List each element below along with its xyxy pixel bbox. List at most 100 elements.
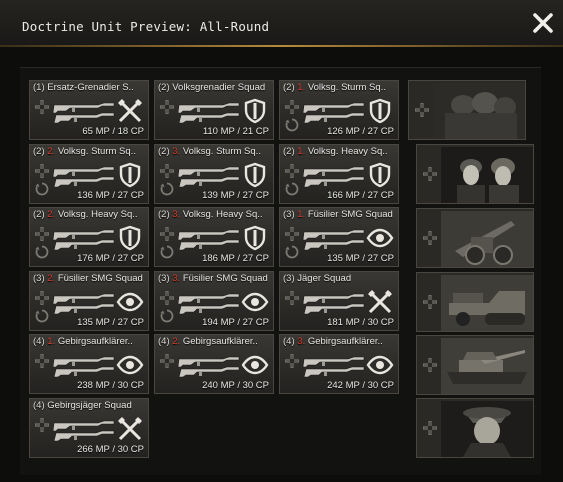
unit-name: (4) 3. Gebirgsaufklärer.. (283, 336, 396, 347)
balkenkreuz-icon (160, 100, 174, 114)
weapon-icon (302, 224, 366, 254)
unit-card[interactable]: (2) 2. Volksg. Heavy Sq.. 176 MP / 27 CP (29, 207, 149, 267)
reinforce-icon (35, 182, 49, 196)
unit-cost: 194 MP / 27 CP (202, 316, 269, 328)
unit-label: Volksg. Sturm Sq.. (182, 145, 261, 157)
weapon-icon (302, 161, 366, 191)
reinforce-icon (35, 309, 49, 323)
reinforce-icon (160, 182, 174, 196)
unit-rank: 2. (47, 272, 58, 284)
upgrade-slot[interactable] (408, 80, 526, 140)
upgrade-slot[interactable] (416, 208, 534, 268)
unit-card[interactable]: (1) Ersatz-Grenadier S.. 65 MP / 18 CP (29, 80, 149, 140)
reinforce-icon (285, 182, 299, 196)
unit-label: Gebirgsaufklärer.. (307, 336, 383, 347)
upgrade-slot[interactable] (416, 335, 534, 395)
balkenkreuz-icon (35, 418, 49, 432)
unit-card[interactable]: (2) 3. Volksg. Sturm Sq.. 139 MP / 27 CP (154, 143, 274, 204)
unit-name: (4) 1. Gebirgsaufklärer.. (33, 336, 146, 347)
unit-card[interactable]: (3) 3. Füsilier SMG Squad 194 MP / 27 CP (154, 270, 274, 331)
unit-tier: (4) (283, 336, 298, 347)
weapon-icon (177, 224, 241, 254)
upgrade-slot[interactable] (416, 398, 534, 458)
crossed-rifles-icon (116, 97, 144, 125)
unit-card[interactable]: (4) 1. Gebirgsaufklärer.. 238 MP / 30 CP (29, 334, 149, 394)
unit-cost: 136 MP / 27 CP (77, 189, 144, 201)
unit-tier: (2) (158, 145, 173, 157)
unit-name: (3) 1. Füsilier SMG Squad (283, 209, 396, 220)
balkenkreuz-icon (160, 354, 174, 368)
unit-rank: 2. (172, 336, 183, 347)
unit-name: (2) 1. Volksg. Heavy Sq.. (283, 146, 396, 157)
weapon-icon (52, 351, 116, 381)
eye-icon (366, 351, 394, 379)
unit-card[interactable]: (4) Gebirgsjäger Squad 266 MP / 30 CP (29, 397, 149, 458)
unit-tier: (4) (33, 399, 48, 411)
unit-card[interactable]: (2) 2. Volksg. Sturm Sq.. 136 MP / 27 CP (29, 143, 149, 204)
unit-cost: 238 MP / 30 CP (77, 380, 144, 391)
unit-name: (3) 3. Füsilier SMG Squad (158, 273, 271, 284)
unit-cost: 135 MP / 27 CP (77, 316, 144, 328)
upgrade-slot[interactable] (416, 272, 534, 332)
unit-cost: 166 MP / 27 CP (327, 189, 394, 201)
field-gun-portrait (441, 211, 533, 267)
unit-card[interactable]: (4) 2. Gebirgsaufklärer.. 240 MP / 30 CP (154, 334, 274, 394)
unit-card[interactable]: (2) 1. Volksg. Heavy Sq.. 166 MP / 27 CP (279, 143, 399, 204)
unit-rank: 3. (172, 209, 183, 220)
balkenkreuz-icon (285, 100, 299, 114)
balkenkreuz-icon (35, 354, 49, 368)
unit-name: (2) 3. Volksg. Sturm Sq.. (158, 146, 271, 157)
balkenkreuz-icon (285, 291, 299, 305)
unit-label: Gebirgsaufklärer.. (182, 336, 258, 347)
unit-card[interactable]: (3) 2. Füsilier SMG Squad 135 MP / 27 CP (29, 270, 149, 331)
unit-cost: 135 MP / 27 CP (327, 253, 394, 264)
unit-label: Gebirgsjäger Squad (47, 399, 132, 411)
unit-cost: 186 MP / 27 CP (202, 253, 269, 264)
shield-icon (366, 161, 394, 189)
unit-card[interactable]: (2) 3. Volksg. Heavy Sq.. 186 MP / 27 CP (154, 207, 274, 267)
upgrade-slot[interactable] (416, 144, 534, 204)
unit-name: (1) Ersatz-Grenadier S.. (33, 82, 146, 93)
balkenkreuz-icon (423, 421, 437, 435)
unit-card[interactable]: (3) 1. Füsilier SMG Squad 135 MP / 27 CP (279, 207, 399, 267)
unit-tier: (2) (158, 82, 173, 93)
unit-preview-panel: (1) Ersatz-Grenadier S.. 65 MP / 18 CP (2)… (20, 67, 541, 475)
unit-cost: 240 MP / 30 CP (202, 380, 269, 391)
unit-card[interactable]: (3) Jäger Squad 181 MP / 30 CP (279, 270, 399, 331)
unit-card[interactable]: (4) 3. Gebirgsaufklärer.. 242 MP / 30 CP (279, 334, 399, 394)
unit-label: Füsilier SMG Squad (307, 209, 393, 220)
weapon-icon (177, 351, 241, 381)
unit-label: Volksg. Heavy Sq.. (182, 209, 263, 220)
unit-tier: (2) (283, 82, 298, 93)
soldier-pair-portrait (441, 147, 533, 203)
shield-icon (241, 161, 269, 189)
unit-rank: 1. (47, 336, 58, 347)
unit-card[interactable]: (2) 1. Volksg. Sturm Sq.. 126 MP / 27 CP (279, 80, 399, 140)
tank-destroyer-portrait (441, 338, 533, 394)
halftrack-portrait (441, 275, 533, 331)
unit-rank: 3. (172, 145, 183, 157)
window-header: Doctrine Unit Preview: All-Round (0, 0, 563, 47)
unit-label: Füsilier SMG Squad (57, 272, 143, 284)
close-icon[interactable] (531, 11, 555, 35)
balkenkreuz-icon (35, 100, 49, 114)
unit-name: (4) 2. Gebirgsaufklärer.. (158, 336, 271, 347)
unit-cost: 242 MP / 30 CP (327, 380, 394, 391)
balkenkreuz-icon (35, 227, 49, 241)
unit-tier: (4) (158, 336, 173, 347)
eye-icon (241, 351, 269, 379)
weapon-icon (302, 351, 366, 381)
unit-card[interactable]: (2) Volksgrenadier Squad 110 MP / 21 CP (154, 80, 274, 140)
unit-tier: (3) (33, 272, 48, 284)
unit-tier: (1) (33, 82, 48, 93)
unit-name: (2) 2. Volksg. Sturm Sq.. (33, 146, 146, 157)
unit-tier: (3) (283, 209, 298, 220)
unit-label: Füsilier SMG Squad (182, 272, 268, 284)
balkenkreuz-icon (160, 227, 174, 241)
unit-cost: 110 MP / 21 CP (202, 126, 269, 137)
unit-cost: 176 MP / 27 CP (77, 253, 144, 264)
unit-name: (2) 1. Volksg. Sturm Sq.. (283, 82, 396, 93)
unit-tier: (2) (33, 145, 48, 157)
unit-label: Jäger Squad (297, 272, 352, 284)
unit-rank: 2. (47, 145, 58, 157)
